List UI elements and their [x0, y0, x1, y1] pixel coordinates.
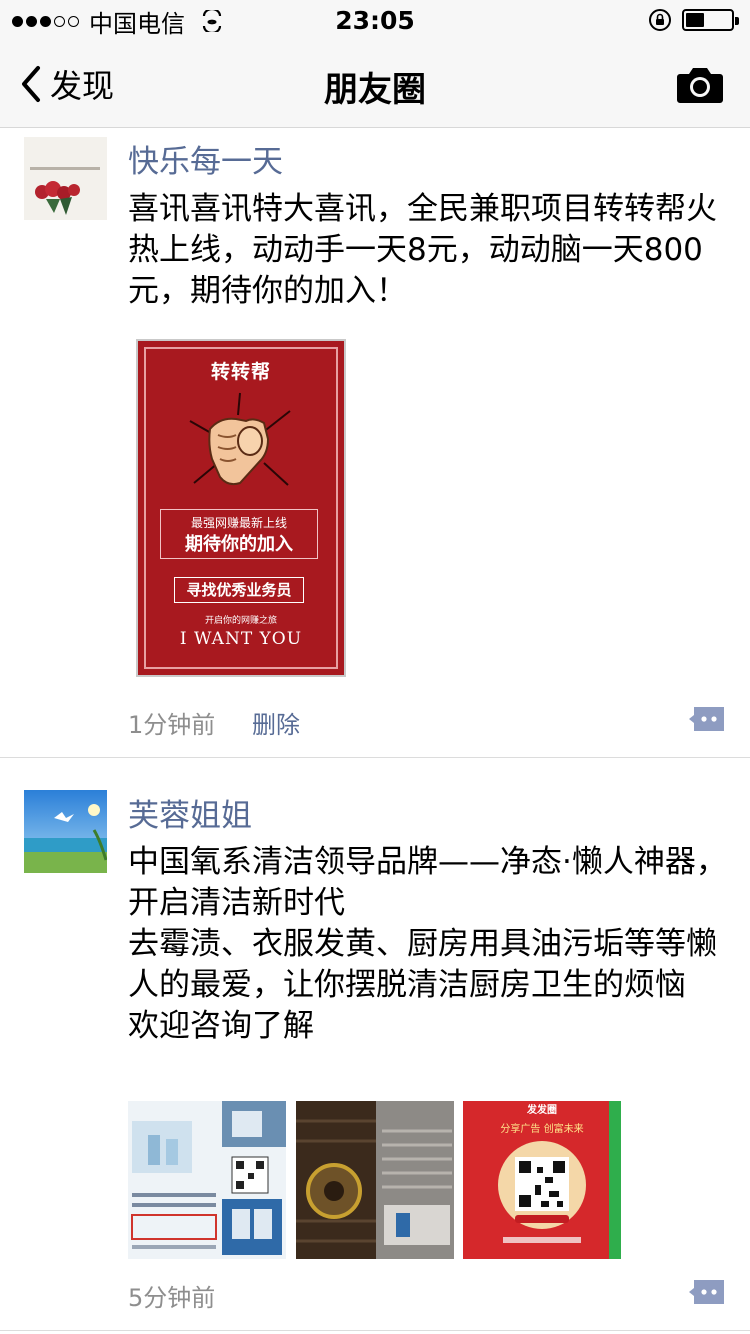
post-divider [0, 757, 750, 758]
post-text: 喜讯喜讯特大喜讯，全民兼职项目转转帮火热上线，动动手一天8元，动动脑一天800元… [128, 191, 717, 309]
post-image-product-flyer[interactable] [128, 1101, 286, 1259]
comment-icon[interactable] [688, 705, 726, 733]
clock: 23:05 [335, 6, 415, 35]
page-title: 朋友圈 [324, 70, 426, 110]
post-divider [0, 1330, 750, 1331]
status-bar: 中国电信 23:05 [0, 0, 750, 40]
avatar[interactable] [24, 137, 107, 220]
post-text: 中国氧系清洁领导品牌——净态·懒人神器，开启清洁新时代 去霉渍、衣服发黄、厨房用… [128, 844, 727, 1044]
post-image-kitchen-grease[interactable] [296, 1101, 454, 1259]
rotation-lock-icon [649, 9, 671, 31]
comment-icon[interactable] [688, 1278, 726, 1306]
delete-button[interactable]: 删除 [252, 705, 300, 740]
battery-icon [682, 9, 739, 31]
poster-recruit: 寻找优秀业务员 [174, 577, 304, 603]
pointing-hand-illustration [189, 392, 291, 486]
post-author[interactable]: 芙蓉姐姐 [128, 790, 252, 835]
poster-slogan: I WANT YOU [179, 629, 303, 649]
post-timestamp: 1分钟前 [128, 711, 216, 739]
poster-subtitle: 开启你的网赚之旅 [204, 616, 277, 626]
post-image-qr-ad[interactable]: 发发圈 分享广告 创富未来 [463, 1101, 621, 1259]
qr-ad-title: 发发圈 [526, 1103, 557, 1116]
avatar[interactable] [24, 790, 107, 873]
qr-ad-subtitle: 分享广告 创富未来 [500, 1122, 583, 1135]
navigation-bar: 发现 朋友圈 [0, 40, 750, 128]
post-timestamp: 5分钟前 [128, 1284, 216, 1312]
post-image[interactable]: 转转帮 最强网赚最新上线 期待你的加入 寻找优秀业务员 开启你的网赚之旅 I W… [136, 339, 346, 677]
post-author[interactable]: 快乐每一天 [128, 136, 283, 181]
poster-title: 转转帮 [210, 361, 271, 383]
camera-icon[interactable] [676, 66, 724, 104]
poster-headline: 最强网赚最新上线 期待你的加入 [160, 509, 318, 559]
